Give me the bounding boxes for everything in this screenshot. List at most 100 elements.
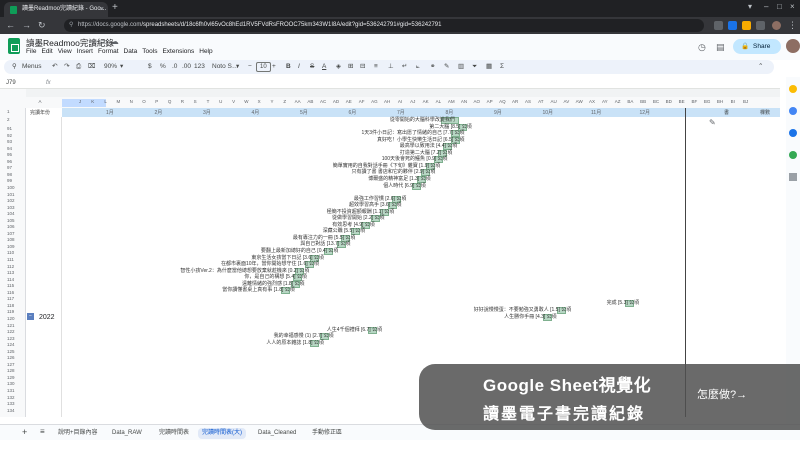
maximize-icon[interactable]: □ (777, 2, 782, 11)
column-letter[interactable]: AL (433, 99, 443, 104)
column-letter[interactable]: Q (165, 99, 175, 104)
menu-extensions[interactable]: Extensions (162, 48, 194, 55)
column-letter[interactable]: AI (395, 99, 405, 104)
book-label[interactable]: 人生勝你手冊 [4.3] 公頃 (504, 314, 557, 321)
undo-icon[interactable]: ↶ (52, 60, 57, 74)
column-letter[interactable]: AP (485, 99, 495, 104)
all-sheets-icon[interactable]: ≡ (40, 427, 45, 436)
menu-insert[interactable]: Insert (77, 48, 93, 55)
column-letter[interactable]: AT (536, 99, 546, 104)
book-column-header[interactable]: 書 (724, 109, 729, 116)
column-letter[interactable]: BB (638, 99, 648, 104)
italic-button[interactable]: I (298, 60, 300, 74)
address-bar[interactable]: ⚲ https://docs.google.com/spreadsheets/d… (64, 19, 704, 32)
menu-data[interactable]: Data (124, 48, 138, 55)
column-letter[interactable]: AE (344, 99, 354, 104)
row-number[interactable]: 128 (7, 368, 15, 373)
extension-icon[interactable] (714, 21, 723, 30)
font-select[interactable]: Noto S… (212, 60, 238, 74)
month-header[interactable]: 11月 (591, 109, 601, 116)
bold-button[interactable]: B (286, 60, 291, 74)
banner-cta[interactable]: 怎麼做?→ (697, 386, 747, 402)
search-menus-icon[interactable]: ⚲ (12, 60, 17, 74)
sheets-logo-icon[interactable] (8, 38, 20, 54)
column-letter[interactable]: AY (600, 99, 610, 104)
column-letter[interactable]: P (152, 99, 162, 104)
text-wrap-icon[interactable]: ↵ (402, 60, 407, 74)
horizontal-align-icon[interactable]: ≡ (374, 60, 378, 74)
collapse-toolbar-icon[interactable]: ⌃ (758, 60, 763, 74)
text-rotation-icon[interactable]: ⟀ (416, 60, 420, 74)
column-letter[interactable]: AH (382, 99, 392, 104)
site-info-icon[interactable]: ⚲ (69, 19, 73, 32)
column-letter[interactable]: AJ (408, 99, 418, 104)
cloud-status-icon[interactable]: ☁ (111, 37, 122, 46)
column-letter[interactable]: AQ (497, 99, 507, 104)
sheet-tab-data-cleaned[interactable]: Data_Cleaned (254, 428, 300, 439)
column-letter[interactable]: BE (677, 99, 687, 104)
tab-search-icon[interactable]: ▾ (748, 2, 752, 11)
column-letter[interactable]: AO (472, 99, 482, 104)
row-number[interactable]: 133 (7, 401, 15, 406)
column-letter[interactable]: K (88, 99, 98, 104)
column-letter[interactable]: BJ (741, 99, 751, 104)
column-letter[interactable]: AF (357, 99, 367, 104)
column-letter[interactable]: V (229, 99, 239, 104)
tab-close-icon[interactable]: × (100, 2, 104, 17)
year-column-header[interactable]: 完讀年份 (30, 109, 50, 116)
column-letter[interactable]: AU (549, 99, 559, 104)
star-icon[interactable]: ☆ (90, 37, 100, 46)
menu-format[interactable]: Format (98, 48, 119, 55)
keep-icon[interactable] (789, 85, 797, 93)
sheet-tab-intro[interactable]: 說明+目錄內容 (54, 428, 102, 439)
book-label[interactable]: 完成 [5.3] 公頃 (607, 300, 640, 307)
menu-edit[interactable]: Edit (41, 48, 52, 55)
column-letter[interactable]: AA (293, 99, 303, 104)
browser-menu-icon[interactable]: ⋮ (788, 20, 797, 31)
sheet-tab-manual-fix[interactable]: 手動修正區 (308, 428, 346, 439)
maps-icon[interactable] (789, 151, 797, 159)
contacts-icon[interactable] (789, 129, 797, 137)
insert-link-icon[interactable]: ⚭ (430, 60, 435, 74)
month-header[interactable]: 6月 (349, 109, 357, 116)
zoom-select[interactable]: 90% (104, 60, 117, 74)
column-letter[interactable]: A (35, 99, 45, 104)
column-letter[interactable]: T (203, 99, 213, 104)
chevron-down-icon[interactable]: ▾ (236, 60, 239, 74)
column-letter[interactable]: AC (318, 99, 328, 104)
print-icon[interactable]: ⎙ (76, 60, 81, 74)
column-letter[interactable]: AK (421, 99, 431, 104)
column-letter[interactable]: BG (702, 99, 712, 104)
comments-icon[interactable]: ▤ (716, 42, 725, 53)
column-letter[interactable]: AD (331, 99, 341, 104)
column-letter[interactable]: BA (625, 99, 635, 104)
edit-pencil-icon[interactable]: ✎ (709, 118, 716, 127)
month-header[interactable]: 7月 (397, 109, 405, 116)
borders-icon[interactable]: ⊞ (348, 60, 353, 74)
row-number[interactable]: 127 (7, 362, 15, 367)
font-size-input[interactable]: 10 (256, 62, 271, 72)
row-number[interactable]: 134 (7, 408, 15, 413)
row-number[interactable]: 129 (7, 375, 15, 380)
strikethrough-button[interactable]: S (310, 60, 314, 74)
tasks-icon[interactable] (789, 107, 797, 115)
column-letter[interactable]: AZ (613, 99, 623, 104)
decrease-decimal-button[interactable]: .0 (172, 60, 177, 74)
merge-cells-icon[interactable]: ⊟ (360, 60, 365, 74)
sheet-tab-timeline[interactable]: 完讀時間表 (155, 428, 193, 439)
forward-icon[interactable]: → (22, 20, 31, 30)
reload-icon[interactable]: ↻ (38, 20, 46, 31)
month-header[interactable]: 9月 (494, 109, 502, 116)
month-header[interactable]: 2月 (155, 109, 163, 116)
column-letter[interactable]: S (190, 99, 200, 104)
minimize-icon[interactable]: – (764, 2, 768, 11)
menus-search[interactable]: Menus (22, 60, 42, 74)
font-size-increase-icon[interactable]: + (272, 60, 276, 74)
count-column-header[interactable]: 棵數 (760, 109, 770, 116)
row-number[interactable]: 125 (7, 349, 15, 354)
column-letter[interactable]: BD (664, 99, 674, 104)
redo-icon[interactable]: ↷ (64, 60, 69, 74)
column-letter[interactable]: BF (689, 99, 699, 104)
column-letter[interactable]: U (216, 99, 226, 104)
extension-icon[interactable] (728, 21, 737, 30)
